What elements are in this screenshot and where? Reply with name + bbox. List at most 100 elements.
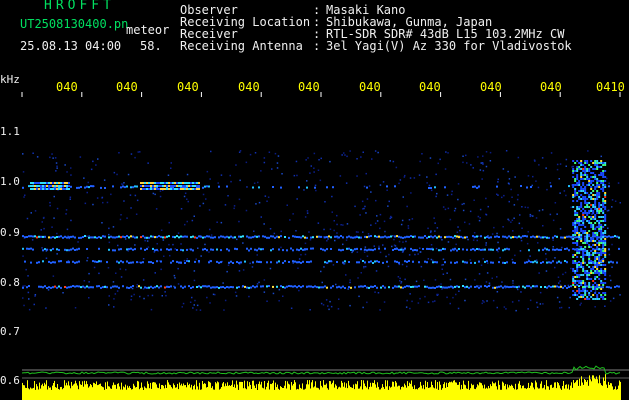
band-pixel — [60, 260, 62, 263]
noise-dot — [193, 304, 195, 306]
level-bar — [200, 389, 201, 400]
band-pixel — [308, 261, 310, 264]
noise-dot — [210, 150, 212, 153]
burst-pixel — [574, 180, 577, 182]
noise-dot — [565, 165, 567, 167]
band-pixel — [24, 260, 26, 263]
burst-pixel — [584, 242, 587, 244]
band-pixel — [218, 261, 220, 264]
band-pixel — [122, 235, 124, 238]
noise-dot — [379, 309, 381, 311]
band-pixel — [398, 248, 400, 251]
noise-dot — [55, 170, 57, 172]
band-pixel — [156, 182, 158, 184]
level-bar — [415, 389, 416, 400]
level-bar — [147, 381, 148, 400]
burst-pixel — [584, 192, 587, 194]
noise-dot — [434, 222, 436, 224]
burst-pixel — [604, 218, 607, 220]
noise-dot — [174, 277, 176, 279]
band-pixel — [298, 186, 300, 189]
burst-pixel — [572, 282, 575, 284]
band-pixel — [144, 188, 146, 190]
band-pixel — [330, 236, 332, 239]
level-bar — [469, 389, 470, 400]
band-pixel — [230, 286, 232, 288]
band-pixel — [258, 186, 260, 189]
burst-pixel — [572, 268, 575, 270]
burst-pixel — [582, 254, 585, 256]
level-bar — [24, 385, 25, 400]
burst-pixel — [586, 250, 589, 252]
band-pixel — [114, 236, 116, 239]
noise-dot — [263, 161, 266, 164]
burst-pixel — [596, 246, 599, 248]
noise-dot — [464, 221, 466, 224]
band-pixel — [368, 261, 370, 264]
burst-pixel — [604, 230, 607, 232]
burst-pixel — [590, 222, 593, 224]
burst-pixel — [604, 294, 607, 296]
noise-dot — [309, 309, 311, 311]
noise-dot — [606, 177, 608, 180]
level-bar — [144, 386, 145, 400]
noise-dot — [568, 306, 570, 309]
band-pixel — [368, 235, 370, 238]
burst-pixel — [584, 226, 587, 228]
burst-pixel — [598, 202, 601, 204]
noise-dot — [220, 221, 223, 224]
noise-dot — [510, 188, 512, 191]
band-pixel — [162, 188, 164, 190]
burst-pixel — [582, 224, 585, 226]
band-pixel — [196, 236, 198, 239]
band-pixel — [146, 182, 148, 184]
noise-dot — [541, 157, 544, 159]
band-pixel — [50, 249, 52, 252]
burst-pixel — [582, 216, 585, 218]
noise-dot — [527, 258, 530, 261]
noise-dot — [418, 174, 421, 176]
burst-pixel — [576, 290, 579, 292]
level-bar — [388, 389, 389, 400]
burst-pixel — [590, 260, 593, 262]
band-pixel — [510, 236, 512, 239]
noise-dot — [458, 290, 460, 292]
noise-dot — [376, 215, 378, 217]
band-pixel — [22, 186, 24, 189]
band-pixel — [458, 248, 460, 250]
burst-pixel — [594, 232, 597, 234]
level-bar — [106, 388, 107, 400]
level-bar — [541, 381, 542, 400]
band-pixel — [136, 261, 138, 264]
signal-bands — [22, 182, 620, 289]
burst-pixel — [580, 290, 583, 292]
level-bar — [250, 384, 251, 400]
level-bar — [451, 381, 452, 400]
burst-pixel — [596, 210, 599, 212]
band-pixel — [612, 235, 614, 238]
level-bar — [482, 385, 483, 400]
level-bar — [243, 388, 244, 400]
band-pixel — [80, 236, 82, 239]
level-bar — [550, 385, 551, 400]
band-pixel — [164, 236, 166, 239]
noise-dot — [436, 227, 439, 229]
band-pixel — [566, 261, 568, 264]
noise-dot — [387, 265, 390, 268]
burst-pixel — [572, 238, 575, 240]
burst-pixel — [596, 234, 599, 236]
noise-dot — [479, 208, 482, 211]
noise-dot — [442, 206, 445, 208]
noise-dot — [567, 284, 570, 287]
burst-pixel — [600, 174, 603, 176]
burst-pixel — [602, 232, 605, 234]
burst-pixel — [574, 226, 577, 228]
band-pixel — [310, 260, 312, 263]
burst-pixel — [588, 182, 591, 184]
hrofft-screen: HROFFT UT2508130400.pn meteor 25.08.13 0… — [0, 0, 629, 400]
noise-dot — [362, 306, 364, 309]
noise-dot — [271, 168, 273, 170]
burst-pixel — [592, 288, 595, 290]
noise-dot — [290, 307, 293, 309]
noise-dot — [134, 156, 136, 159]
